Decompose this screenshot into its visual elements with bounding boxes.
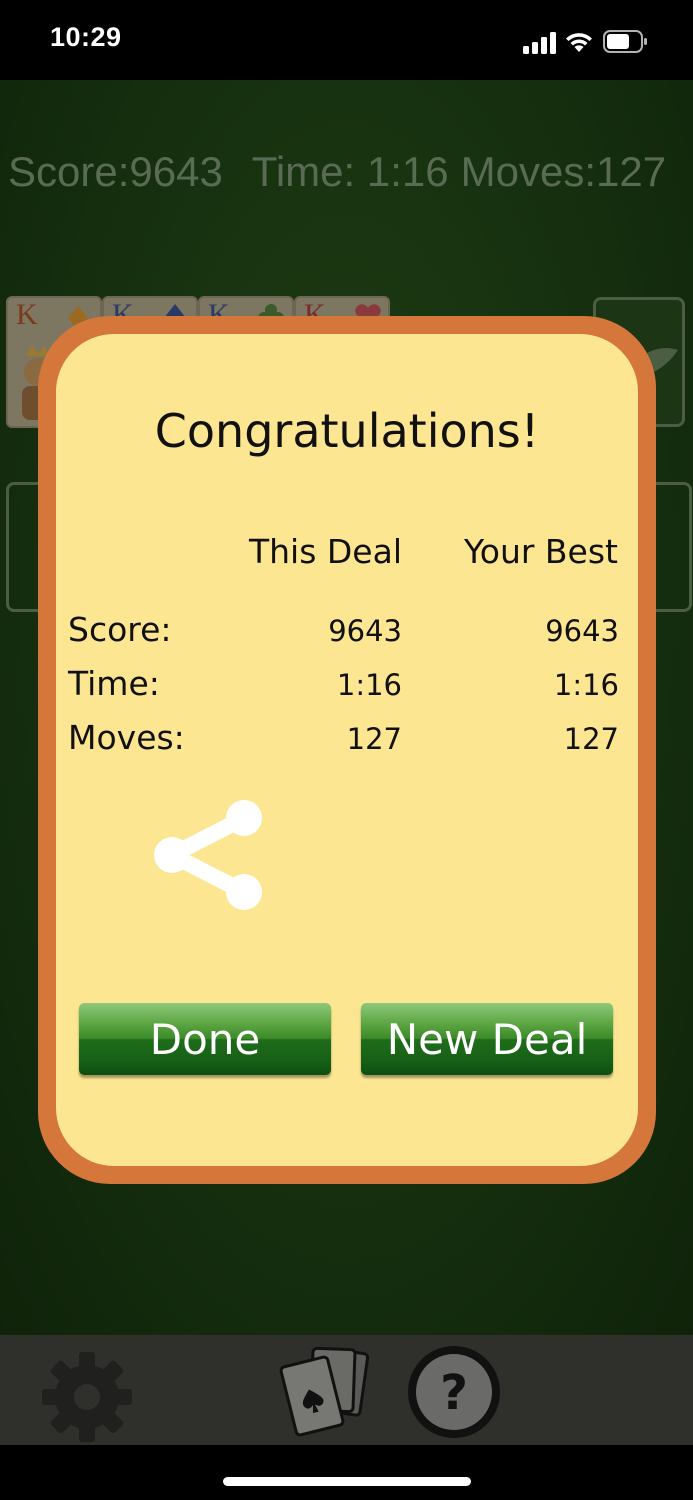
new-deal-button[interactable]: New Deal [361, 1003, 613, 1075]
done-button[interactable]: Done [79, 1003, 331, 1075]
battery-icon [603, 30, 647, 53]
gear-icon[interactable] [38, 1348, 136, 1446]
this-deal-time: 1:16 [336, 668, 402, 702]
cards-icon[interactable] [278, 1343, 374, 1437]
best-time: 1:16 [553, 668, 619, 702]
best-score: 9643 [545, 614, 619, 648]
congratulations-dialog: Congratulations! This Deal Your Best Sco… [56, 334, 638, 1166]
this-deal-moves: 127 [346, 722, 402, 756]
row-label-moves: Moves: [68, 718, 185, 757]
help-icon[interactable]: ? [405, 1343, 503, 1441]
wifi-icon [566, 33, 592, 52]
signal-icon [523, 32, 556, 54]
score-readout: Score:9643 [8, 148, 223, 195]
row-label-time: Time: [68, 664, 160, 703]
moves-readout: Moves:127 [460, 148, 667, 195]
status-bar: 10:29 [0, 0, 693, 80]
dialog-title: Congratulations! [154, 404, 540, 458]
card-rank: K [16, 298, 38, 331]
status-time: 10:29 [50, 22, 122, 52]
this-deal-score: 9643 [328, 614, 402, 648]
home-area [0, 1445, 693, 1500]
column-header-this-deal: This Deal [248, 532, 402, 571]
column-header-your-best: Your Best [463, 532, 618, 571]
best-moves: 127 [563, 722, 619, 756]
bottom-toolbar: ? [0, 1335, 693, 1445]
time-readout: Time: 1:16 [251, 148, 449, 195]
score-bar: Score:9643 Time: 1:16 Moves:127 [8, 148, 688, 196]
help-glyph: ? [440, 1365, 468, 1421]
home-indicator[interactable] [223, 1477, 471, 1486]
row-label-score: Score: [68, 610, 172, 649]
share-icon[interactable] [150, 798, 270, 912]
